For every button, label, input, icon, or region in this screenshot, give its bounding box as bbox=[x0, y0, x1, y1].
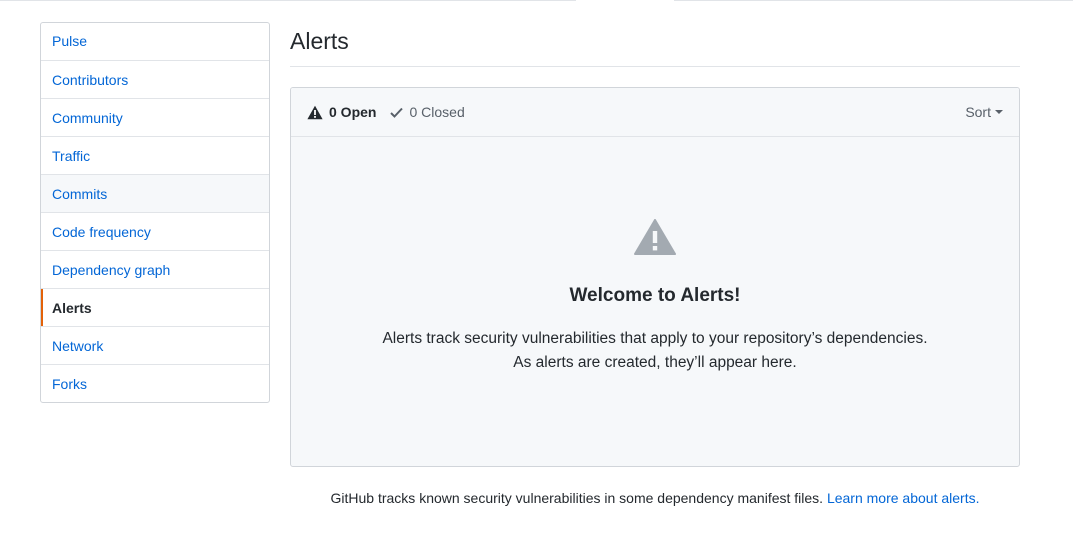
sidebar-item-forks[interactable]: Forks bbox=[41, 364, 269, 402]
page-title: Alerts bbox=[290, 28, 349, 54]
top-divider bbox=[0, 0, 1073, 3]
alerts-panel: 0 Open 0 Closed Sort Welcome to Alerts! … bbox=[290, 87, 1020, 467]
sort-dropdown[interactable]: Sort bbox=[965, 104, 1003, 120]
blankslate-line-1: Alerts track security vulnerabilities th… bbox=[382, 330, 928, 347]
blankslate: Welcome to Alerts! Alerts track security… bbox=[291, 219, 1019, 375]
footer-text: GitHub tracks known security vulnerabili… bbox=[330, 490, 824, 506]
learn-more-link[interactable]: Learn more about alerts. bbox=[827, 490, 980, 506]
check-icon bbox=[390, 107, 404, 118]
sidebar-item-dependency-graph[interactable]: Dependency graph bbox=[41, 250, 269, 288]
sidebar-item-commits[interactable]: Commits bbox=[41, 174, 269, 212]
sidebar-item-network[interactable]: Network bbox=[41, 326, 269, 364]
caret-down-icon bbox=[995, 110, 1003, 114]
sidebar-item-alerts[interactable]: Alerts bbox=[41, 288, 269, 326]
footer-note: GitHub tracks known security vulnerabili… bbox=[290, 490, 1020, 506]
sidebar-item-traffic[interactable]: Traffic bbox=[41, 136, 269, 174]
alerts-header: 0 Open 0 Closed Sort bbox=[291, 88, 1019, 137]
blankslate-description: Alerts track security vulnerabilities th… bbox=[291, 327, 1019, 375]
sidebar-item-pulse[interactable]: Pulse bbox=[41, 23, 269, 60]
insights-sidebar: Pulse Contributors Community Traffic Com… bbox=[40, 22, 270, 403]
title-divider bbox=[290, 66, 1020, 67]
open-alerts-label: 0 Open bbox=[329, 104, 377, 120]
blankslate-line-2: As alerts are created, they’ll appear he… bbox=[513, 354, 797, 371]
sort-label: Sort bbox=[965, 104, 991, 120]
blankslate-title: Welcome to Alerts! bbox=[569, 285, 741, 306]
sidebar-item-contributors[interactable]: Contributors bbox=[41, 60, 269, 98]
sidebar-item-code-frequency[interactable]: Code frequency bbox=[41, 212, 269, 250]
closed-alerts-label: 0 Closed bbox=[409, 104, 465, 120]
sidebar-item-community[interactable]: Community bbox=[41, 98, 269, 136]
closed-alerts-tab[interactable]: 0 Closed bbox=[390, 104, 465, 120]
alert-icon bbox=[307, 105, 323, 119]
alert-icon bbox=[634, 219, 676, 255]
open-alerts-tab[interactable]: 0 Open bbox=[307, 104, 376, 120]
